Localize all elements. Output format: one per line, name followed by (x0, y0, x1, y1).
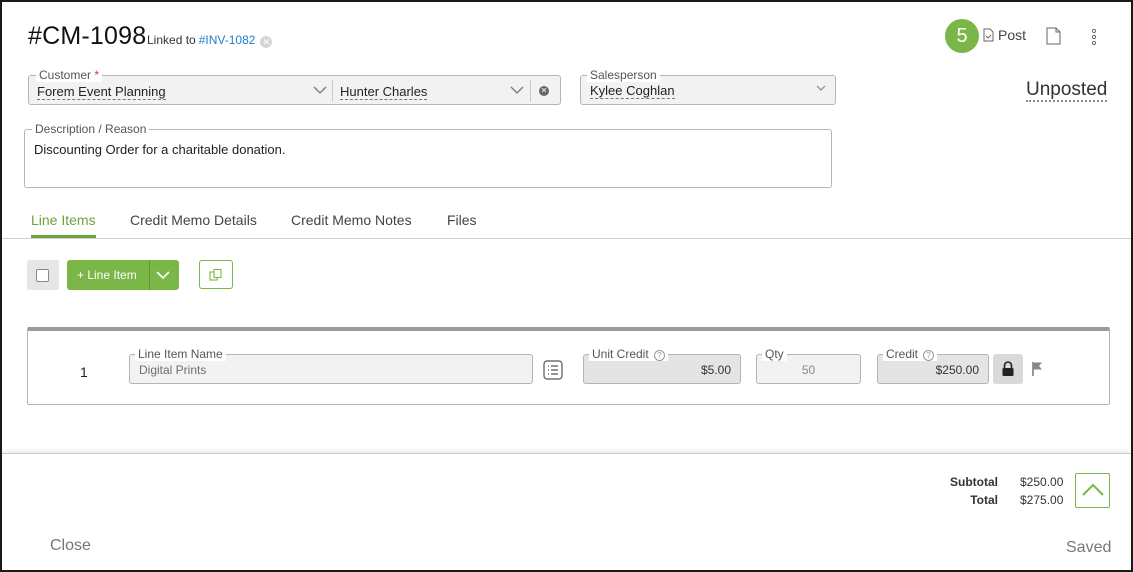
linked-prefix: Linked to (147, 33, 196, 47)
divider (332, 80, 333, 102)
lock-button[interactable] (993, 354, 1023, 384)
help-icon[interactable]: ? (923, 350, 935, 361)
unit-credit-value: $5.00 (700, 363, 731, 377)
more-menu-button[interactable] (1090, 28, 1098, 51)
list-details-icon[interactable] (543, 360, 563, 380)
scroll-top-button[interactable] (1075, 473, 1110, 508)
document-check-icon (983, 28, 994, 42)
subtotal-value: $250.00 (1020, 475, 1064, 489)
unit-credit-label: Unit Credit? (589, 347, 668, 361)
chevron-down-icon[interactable] (155, 269, 171, 281)
qty-field[interactable]: Qty 50 (756, 347, 861, 384)
description-field[interactable]: Description / Reason Discounting Order f… (24, 122, 832, 188)
flag-icon[interactable] (1031, 361, 1045, 377)
unlink-icon[interactable]: ✕ (260, 36, 273, 48)
lock-icon (1002, 361, 1014, 376)
qty-label: Qty (762, 347, 787, 361)
post-button[interactable]: Post (983, 27, 1026, 43)
footer-bar: Subtotal $250.00 Total $275.00 Close Sav… (2, 453, 1131, 570)
credit-memo-window: #CM-1098 Linked to #INV-1082 ✕ 5 Post Cust… (2, 2, 1131, 570)
step-badge: 5 (945, 19, 979, 53)
customer-label: Customer * (36, 68, 103, 82)
line-item-row: 1 Line Item Name Digital Prints Unit Cre… (27, 327, 1110, 405)
total-value: $275.00 (1020, 493, 1064, 507)
pdf-button[interactable] (1046, 27, 1062, 50)
save-status: Saved (1066, 539, 1112, 556)
tab-line-items[interactable]: Line Items (31, 212, 96, 238)
linked-invoice: Linked to #INV-1082 ✕ (147, 33, 273, 48)
chevron-up-icon (1082, 483, 1104, 496)
credit-value: $250.00 (935, 363, 979, 377)
tab-credit-memo-notes[interactable]: Credit Memo Notes (291, 212, 412, 238)
copy-items-button[interactable] (199, 260, 233, 289)
chevron-down-icon[interactable] (510, 86, 524, 95)
clear-contact-icon[interactable]: ✕ (539, 86, 549, 96)
select-all-checkbox-wrap[interactable] (27, 260, 59, 290)
add-line-item-label: + Line Item (77, 268, 137, 282)
help-icon[interactable]: ? (653, 350, 665, 361)
credit-field: Credit? $250.00 (877, 347, 989, 384)
close-button[interactable]: Close (50, 537, 91, 555)
page-title: #CM-1098 (28, 22, 147, 50)
salesperson-field: Salesperson Kylee Coghlan (580, 68, 836, 105)
divider (530, 80, 531, 102)
unit-credit-field: Unit Credit? $5.00 (583, 347, 741, 384)
copy-icon (209, 268, 222, 281)
tab-files[interactable]: Files (447, 212, 477, 238)
subtotal-label: Subtotal (950, 475, 998, 489)
credit-label: Credit? (883, 347, 938, 361)
description-text[interactable]: Discounting Order for a charitable donat… (34, 142, 285, 157)
divider (149, 260, 150, 290)
total-label: Total (970, 493, 998, 507)
salesperson-select[interactable]: Kylee Coghlan (590, 83, 675, 99)
customer-field: Customer * Forem Event Planning Hunter C… (28, 68, 561, 105)
line-item-number: 1 (80, 364, 88, 380)
customer-select[interactable]: Forem Event Planning (37, 84, 166, 100)
line-item-name-label: Line Item Name (135, 347, 226, 361)
line-item-name-field[interactable]: Line Item Name Digital Prints (129, 347, 533, 384)
kebab-menu-icon (1091, 28, 1097, 46)
linked-invoice-link[interactable]: #INV-1082 (199, 33, 256, 47)
add-line-item-button[interactable]: + Line Item (67, 260, 179, 290)
tab-bar: Line Items Credit Memo Details Credit Me… (2, 210, 1131, 239)
status-unposted: Unposted (1026, 79, 1108, 102)
line-item-name-value[interactable]: Digital Prints (139, 363, 206, 377)
description-label: Description / Reason (32, 122, 150, 136)
post-label: Post (998, 27, 1027, 43)
pdf-icon (1046, 27, 1061, 45)
contact-select[interactable]: Hunter Charles (340, 84, 428, 100)
select-all-checkbox[interactable] (36, 269, 49, 282)
chevron-down-icon[interactable] (816, 85, 826, 92)
qty-value[interactable]: 50 (757, 363, 860, 377)
salesperson-label: Salesperson (587, 68, 660, 82)
tab-credit-memo-details[interactable]: Credit Memo Details (130, 212, 257, 238)
chevron-down-icon[interactable] (313, 86, 327, 95)
